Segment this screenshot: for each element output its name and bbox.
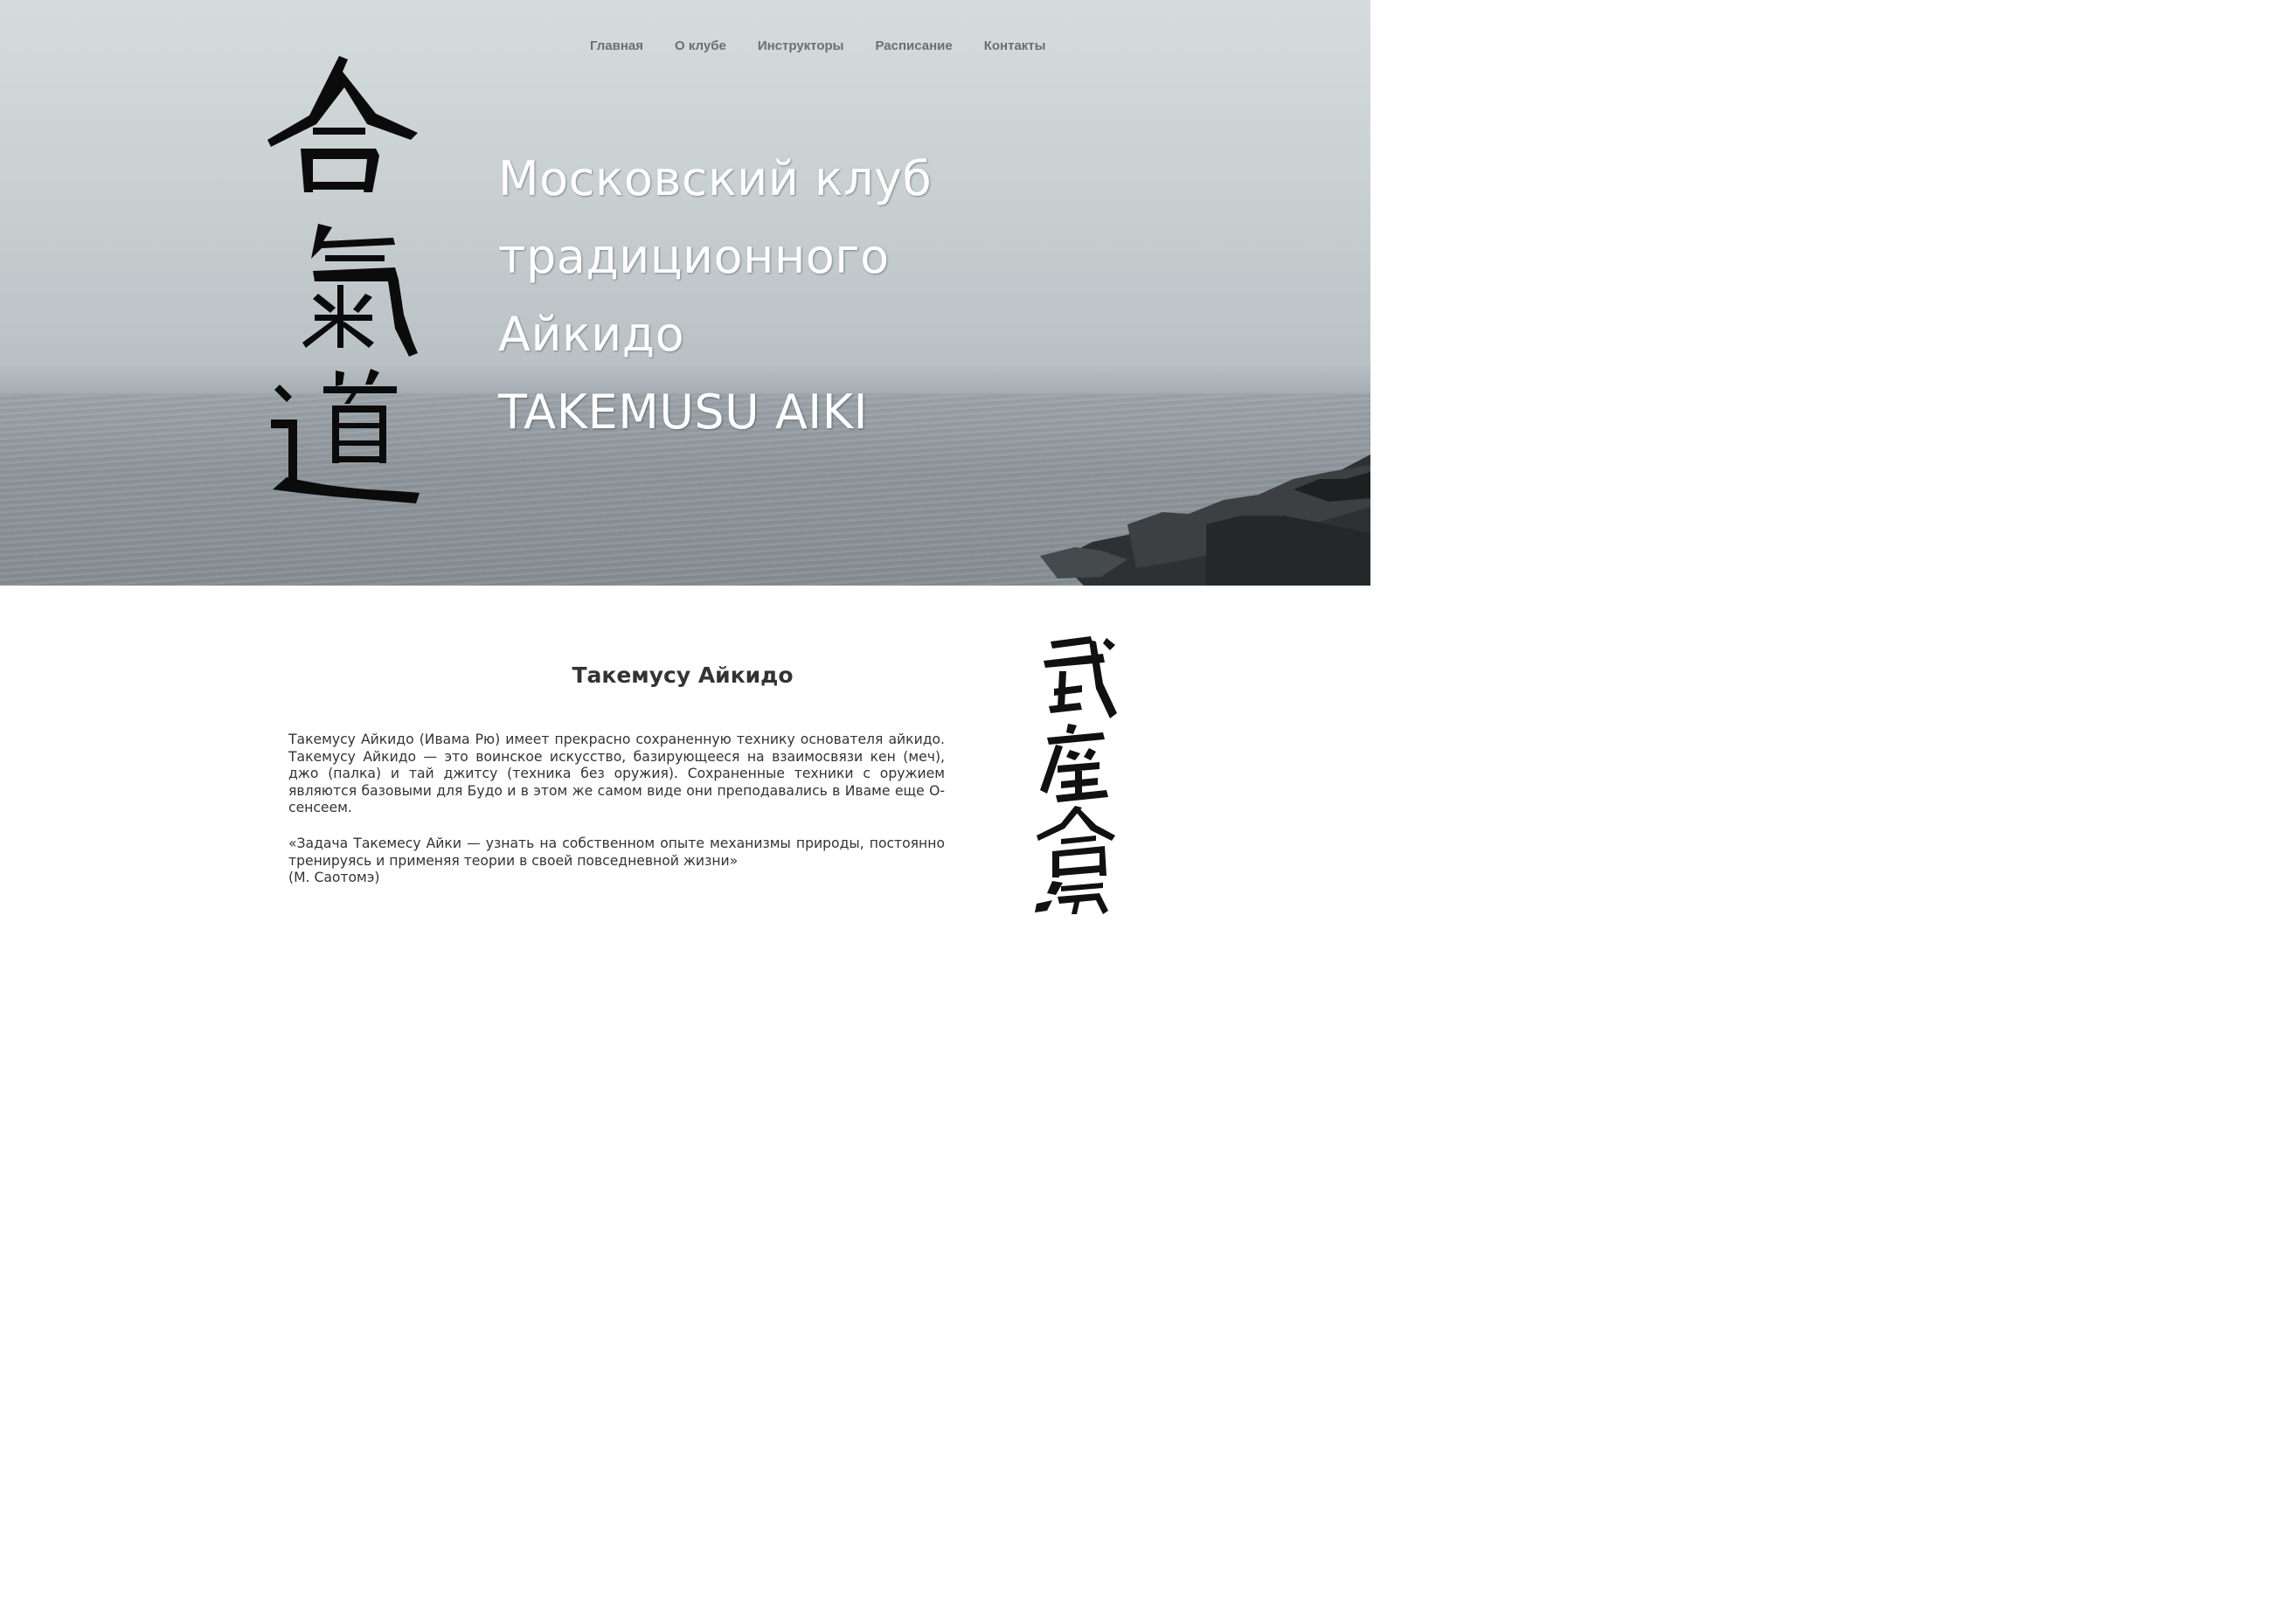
hero-title-line: Московский клуб — [498, 151, 933, 206]
section-title: Такемусу Айкидо — [572, 662, 794, 688]
quote-text: «Задача Такемесу Айки — узнать на собств… — [288, 836, 945, 869]
hero-title-line: Айкидо — [498, 307, 685, 362]
hero-title-line: традиционного — [498, 229, 890, 284]
takemusu-aiki-calligraphy-image — [1012, 622, 1136, 915]
intro-paragraph: Такемусу Айкидо (Ивама Рю) имеет прекрас… — [288, 732, 945, 816]
nav-contacts[interactable]: Контакты — [984, 37, 1046, 56]
nav-home[interactable]: Главная — [590, 37, 643, 56]
nav-schedule[interactable]: Расписание — [875, 37, 952, 56]
nav-instructors[interactable]: Инструкторы — [758, 37, 844, 56]
hero-title: Московский клуб традиционного Айкидо TAK… — [498, 140, 1040, 451]
quote-block: «Задача Такемесу Айки — узнать на собств… — [288, 836, 945, 887]
main-nav: Главная О клубе Инструкторы Расписание К… — [590, 37, 1077, 56]
hero-banner: Главная О клубе Инструкторы Расписание К… — [0, 0, 1370, 586]
nav-about[interactable]: О клубе — [675, 37, 726, 56]
aikido-calligraphy-image — [267, 56, 420, 503]
hero-title-line: TAKEMUSU AIKI — [498, 385, 869, 440]
quote-author: (М. Саотомэ) — [288, 870, 380, 886]
